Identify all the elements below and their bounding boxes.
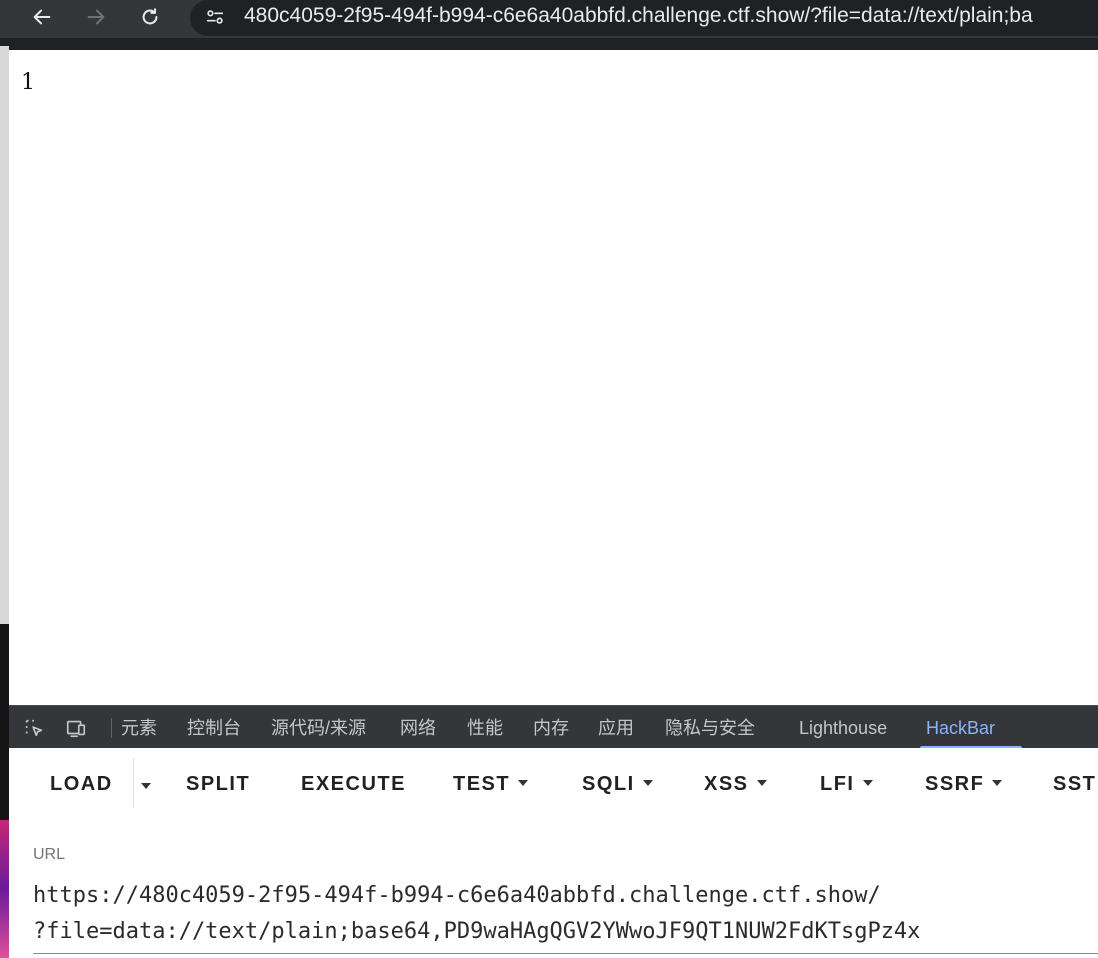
ssrf-menu-button[interactable]: SSRF [925, 770, 1003, 798]
caret-down-icon [642, 780, 653, 787]
forward-button[interactable] [76, 0, 116, 34]
url-line-1: https://480c4059-2f95-494f-b994-c6e6a40a… [33, 883, 881, 908]
hackbar-panel: LOAD SPLIT EXECUTE TEST SQLI XSS LFI SSR… [9, 748, 1098, 958]
split-button[interactable]: SPLIT [186, 770, 250, 798]
ssrf-menu-label: SSRF [925, 773, 985, 795]
url-textarea[interactable]: https://480c4059-2f95-494f-b994-c6e6a40a… [33, 878, 1073, 950]
execute-button[interactable]: EXECUTE [301, 770, 406, 798]
ssti-menu-button[interactable]: SST [1053, 770, 1096, 798]
test-menu-label: TEST [453, 773, 511, 795]
site-info-icon[interactable] [200, 2, 230, 32]
lfi-menu-label: LFI [820, 773, 855, 795]
xss-menu-label: XSS [704, 773, 749, 795]
tab-network[interactable]: 网络 [400, 717, 436, 739]
background-window-edge [0, 38, 9, 958]
xss-menu-button[interactable]: XSS [704, 770, 767, 798]
caret-down-icon [756, 780, 767, 787]
tab-privacy-security[interactable]: 隐私与安全 [665, 717, 755, 739]
test-menu-button[interactable]: TEST [453, 770, 529, 798]
address-bar-url[interactable]: 480c4059-2f95-494f-b994-c6e6a40abbfd.cha… [244, 3, 1033, 29]
devtools-tab-bar: 元素 控制台 源代码/来源 网络 性能 内存 应用 隐私与安全 Lighthou… [9, 705, 1098, 749]
caret-down-icon [992, 780, 1003, 787]
url-line-2: ?file=data://text/plain;base64,PD9waHAgQ… [33, 919, 921, 944]
load-button[interactable]: LOAD [50, 770, 113, 798]
device-toolbar-icon[interactable] [63, 716, 89, 740]
load-split-divider [133, 758, 134, 808]
page-output-text: 1 [21, 70, 35, 95]
lfi-menu-button[interactable]: LFI [820, 770, 873, 798]
arrow-right-icon [87, 9, 105, 25]
reload-icon [142, 8, 158, 25]
toolbar-separator [111, 718, 112, 738]
tab-elements[interactable]: 元素 [121, 717, 157, 739]
caret-down-icon [141, 783, 151, 789]
tab-console[interactable]: 控制台 [187, 717, 241, 739]
tab-application[interactable]: 应用 [598, 717, 634, 739]
reload-button[interactable] [130, 0, 170, 34]
caret-down-icon [518, 780, 529, 787]
sqli-menu-label: SQLI [582, 773, 635, 795]
inspect-element-icon[interactable] [21, 716, 47, 740]
load-dropdown-button[interactable] [141, 776, 161, 796]
tab-performance[interactable]: 性能 [467, 717, 503, 739]
arrow-left-icon [33, 9, 51, 25]
page-viewport: 1 [9, 50, 1098, 705]
url-field-label: URL [33, 846, 66, 863]
sqli-menu-button[interactable]: SQLI [582, 770, 653, 798]
caret-down-icon [862, 780, 873, 787]
tab-sources[interactable]: 源代码/来源 [271, 717, 366, 739]
browser-toolbar: 480c4059-2f95-494f-b994-c6e6a40abbfd.cha… [0, 0, 1098, 38]
url-field-underline [33, 953, 1098, 954]
tab-hackbar[interactable]: HackBar [926, 717, 995, 739]
tab-lighthouse[interactable]: Lighthouse [799, 717, 887, 739]
back-button[interactable] [22, 0, 62, 34]
tab-memory[interactable]: 内存 [533, 717, 569, 739]
